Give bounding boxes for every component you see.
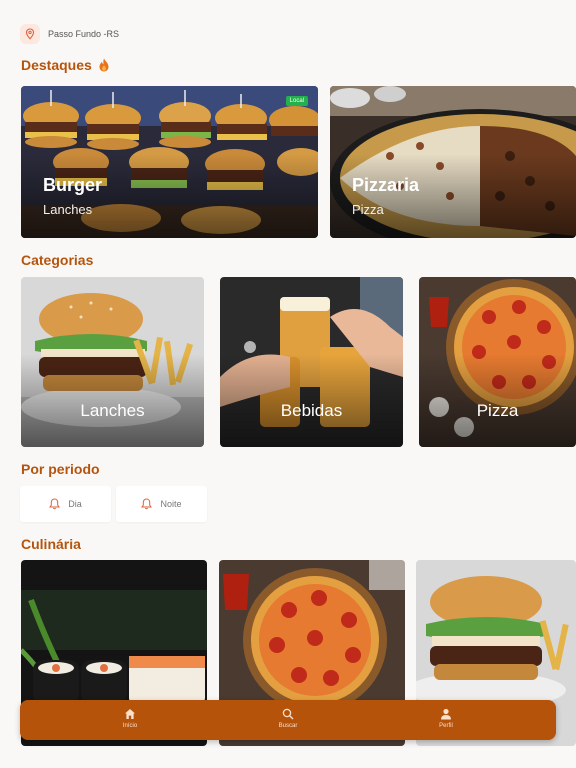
highlight-card-pizzaria[interactable]: Pizzaria Pizza: [330, 86, 576, 238]
cuisine-heading: Culinária: [21, 536, 81, 552]
nav-item-inicio[interactable]: Início: [100, 708, 160, 729]
highlights-heading: Destaques: [21, 57, 92, 73]
highlight-subtitle: Pizza: [352, 202, 384, 217]
highlight-subtitle: Lanches: [43, 202, 93, 217]
period-button-dia[interactable]: Dia: [20, 486, 111, 522]
category-card-lanches[interactable]: Lanches: [21, 277, 204, 447]
location-pin-icon: [20, 24, 40, 44]
category-label: Lanches: [80, 401, 145, 420]
period-label: Dia: [68, 499, 82, 509]
period-button-noite[interactable]: Noite: [116, 486, 207, 522]
local-badge: Local: [285, 96, 308, 106]
home-icon: [125, 709, 135, 719]
categories-heading: Categorias: [21, 252, 94, 268]
period-label: Noite: [160, 499, 182, 509]
location-label: Passo Fundo -RS: [48, 29, 120, 39]
nav-item-perfil[interactable]: Perfil: [416, 708, 476, 729]
location-selector[interactable]: Passo Fundo -RS: [20, 24, 119, 44]
section-title-categories: Categorias: [21, 252, 93, 268]
section-title-period: Por periodo: [21, 461, 100, 477]
period-heading: Por periodo: [21, 461, 100, 477]
bell-icon: [49, 498, 61, 510]
nav-label: Perfil: [439, 723, 453, 729]
bell-icon: [141, 498, 153, 510]
highlight-card-burger[interactable]: Local Burger Lanches: [21, 86, 318, 238]
nav-label: Buscar: [278, 723, 298, 729]
user-icon: [441, 708, 451, 720]
category-label: Bebidas: [280, 401, 343, 420]
highlight-title: Pizzaria: [352, 175, 420, 195]
category-label: Pizza: [476, 401, 519, 420]
category-card-bebidas[interactable]: Bebidas: [220, 277, 403, 447]
highlight-title: Burger: [43, 175, 103, 195]
flame-icon: [99, 58, 109, 72]
section-title-cuisine: Culinária: [21, 536, 81, 552]
nav-item-buscar[interactable]: Buscar: [258, 708, 318, 729]
search-icon: [282, 708, 294, 720]
bottom-navigation: Início Buscar Perfil: [20, 700, 556, 740]
nav-label: Início: [122, 723, 138, 729]
category-card-pizza[interactable]: Pizza: [419, 277, 576, 447]
section-title-highlights: Destaques: [21, 57, 110, 73]
